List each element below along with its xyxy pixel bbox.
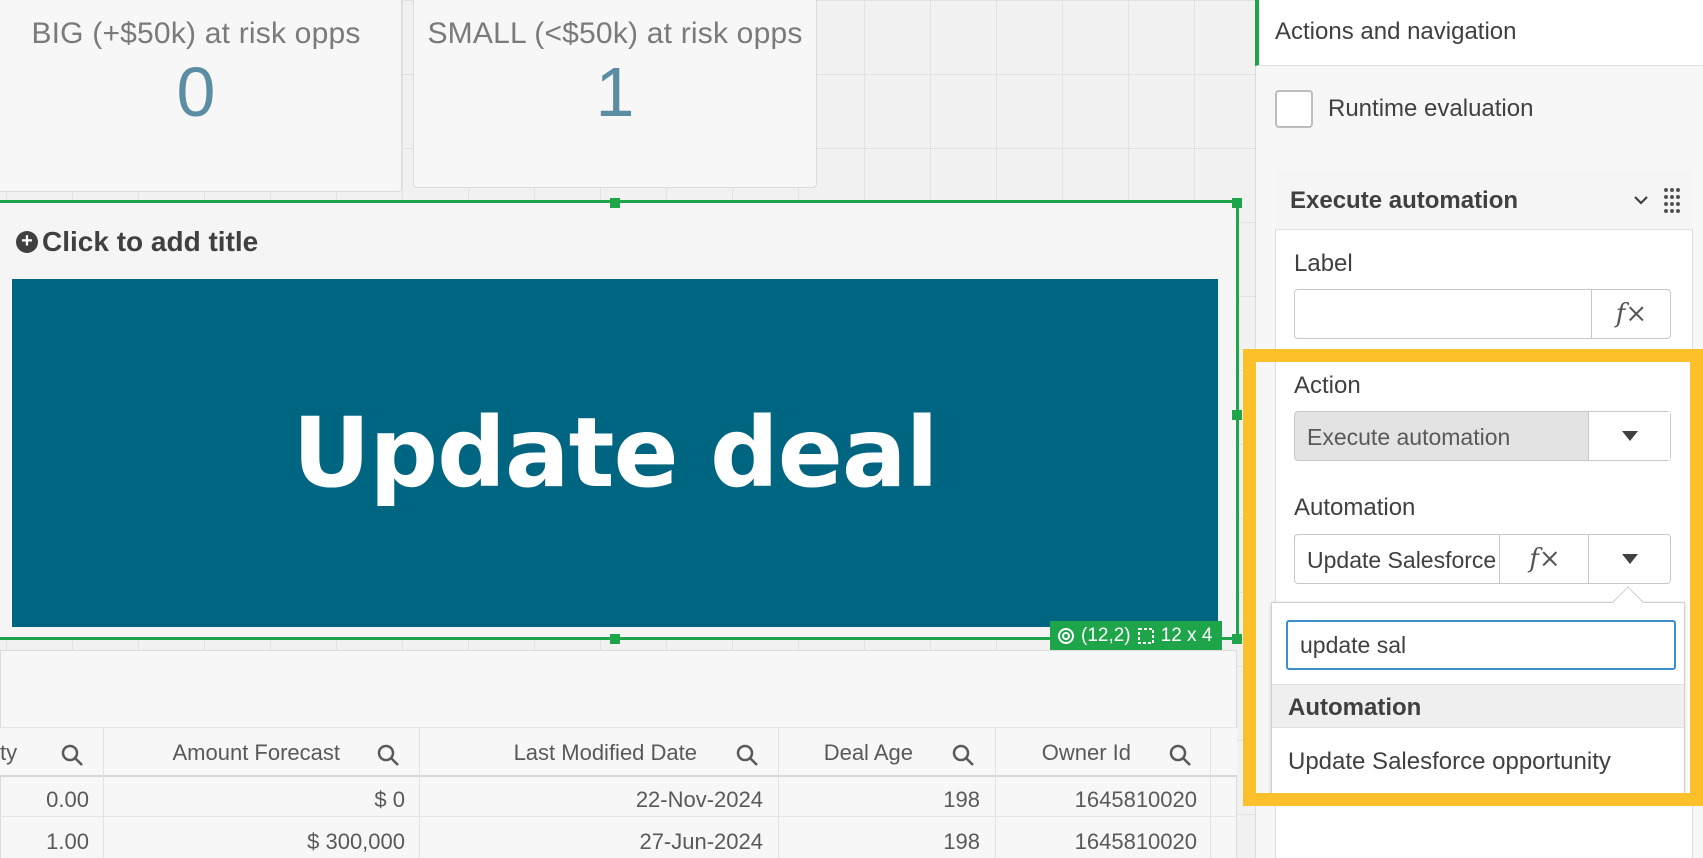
automation-search-input[interactable]: update sal	[1286, 620, 1676, 670]
caret-down-icon	[1621, 431, 1638, 441]
label-input[interactable]: f×	[1294, 289, 1671, 339]
sheet-canvas: BIG (+$50k) at risk opps 0 SMALL (<$50k)…	[0, 0, 1255, 858]
table-cell: 1645810020	[1074, 829, 1197, 854]
size-text: 12 x 4	[1160, 624, 1213, 646]
table-cell: 198	[943, 787, 980, 812]
action-section-header[interactable]: Execute automation	[1275, 170, 1693, 230]
kpi-small-at-risk[interactable]: SMALL (<$50k) at risk opps 1	[413, 0, 817, 188]
table-header-cell[interactable]: ty	[0, 740, 24, 766]
caret-down-icon	[1621, 554, 1638, 564]
kpi-title: SMALL (<$50k) at risk opps	[427, 17, 803, 50]
table-cell: 1645810020	[1074, 787, 1197, 812]
size-frame-icon	[1137, 627, 1154, 644]
table-cell: 0.00	[46, 787, 89, 812]
column-separator	[995, 727, 996, 858]
table-cell: $ 300,000	[307, 829, 405, 854]
resize-handle-bottom-right[interactable]	[1232, 634, 1242, 644]
kpi-value: 0	[176, 53, 216, 131]
search-icon[interactable]	[951, 743, 975, 767]
automation-field-label: Automation	[1294, 494, 1416, 521]
position-text: (12,2)	[1081, 624, 1131, 646]
resize-handle-top-right[interactable]	[1232, 198, 1242, 208]
panel-header: Actions and navigation	[1255, 0, 1703, 66]
automation-select-value: Update Salesforce	[1307, 547, 1497, 573]
target-icon	[1058, 627, 1074, 644]
label-field-label: Label	[1294, 250, 1353, 277]
table-header-cell[interactable]: Last Modified Date	[480, 740, 697, 766]
automation-dropdown-button[interactable]	[1588, 535, 1670, 583]
search-icon[interactable]	[735, 743, 759, 767]
fx-expression-button[interactable]: f×	[1591, 290, 1671, 338]
column-separator	[103, 727, 104, 858]
action-field-label: Action	[1294, 372, 1361, 399]
kpi-big-at-risk[interactable]: BIG (+$50k) at risk opps 0	[0, 0, 402, 192]
table-cell: $ 0	[374, 787, 405, 812]
column-separator	[1210, 727, 1211, 858]
kpi-value: 1	[595, 53, 635, 131]
resize-handle-bottom[interactable]	[610, 634, 620, 644]
column-separator	[419, 727, 420, 858]
table-cell: 27-Jun-2024	[639, 829, 763, 854]
resize-handle-right[interactable]	[1232, 410, 1242, 420]
action-select[interactable]: Execute automation	[1294, 411, 1671, 461]
table-header-cell[interactable]: Owner Id	[1010, 740, 1131, 766]
table-cell: 22-Nov-2024	[635, 787, 763, 812]
search-icon[interactable]	[60, 743, 84, 767]
row-divider	[0, 816, 1237, 817]
dropdown-group-header: Automation	[1272, 684, 1684, 728]
table-header-cell[interactable]: Amount Forecast	[150, 740, 340, 766]
column-separator	[778, 727, 779, 858]
fx-expression-button[interactable]: f×	[1499, 535, 1590, 583]
action-select-value: Execute automation	[1307, 424, 1511, 450]
resize-handle-top[interactable]	[610, 198, 620, 208]
runtime-evaluation-checkbox[interactable]	[1275, 90, 1313, 128]
search-icon[interactable]	[1168, 743, 1192, 767]
dropdown-option[interactable]: Update Salesforce opportunity	[1288, 748, 1611, 776]
search-icon[interactable]	[376, 743, 400, 767]
runtime-evaluation-label: Runtime evaluation	[1328, 95, 1534, 122]
table-cell: 198	[943, 829, 980, 854]
automation-select[interactable]: Update Salesforce f×	[1294, 534, 1671, 584]
table-header-cell[interactable]: Deal Age	[800, 740, 913, 766]
position-size-badge: (12,2) 12 x 4	[1050, 621, 1222, 650]
dropdown-group-label: Automation	[1288, 694, 1422, 721]
selection-frame	[0, 200, 1239, 640]
section-title: Execute automation	[1290, 187, 1519, 214]
kpi-title: BIG (+$50k) at risk opps	[31, 17, 361, 50]
drag-handle-icon[interactable]	[1662, 186, 1682, 214]
panel-title: Actions and navigation	[1275, 18, 1517, 45]
table-cell: 1.00	[46, 829, 89, 854]
chevron-down-icon[interactable]	[1633, 194, 1649, 206]
action-dropdown-button[interactable]	[1588, 412, 1670, 460]
